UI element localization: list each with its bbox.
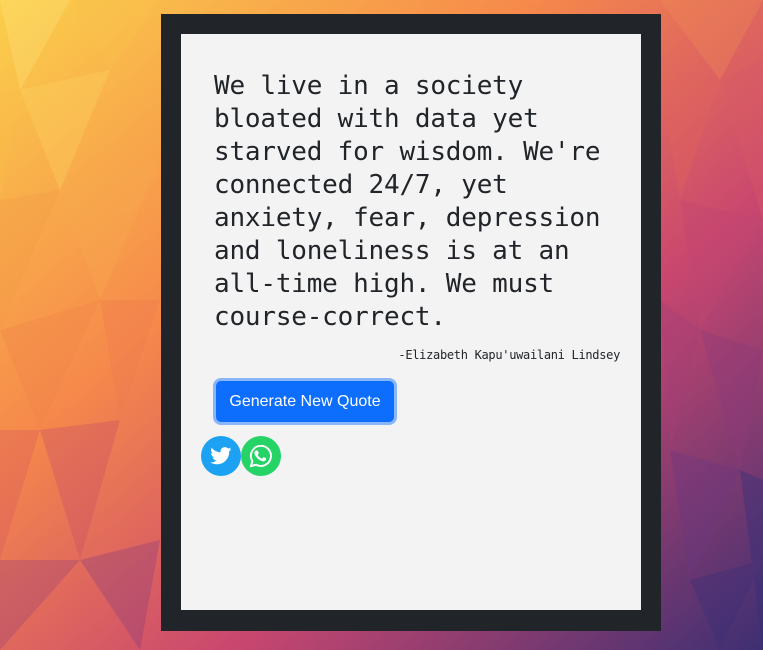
twitter-icon <box>210 447 232 465</box>
quote-author: -Elizabeth Kapu'uwailani Lindsey <box>398 348 620 362</box>
quote-text: We live in a society bloated with data y… <box>214 71 601 332</box>
quote-card: We live in a society bloated with data y… <box>181 34 641 610</box>
generate-new-quote-button[interactable]: Generate New Quote <box>216 381 394 422</box>
quote-box-frame: We live in a society bloated with data y… <box>161 14 661 631</box>
twitter-share-button[interactable] <box>201 436 241 476</box>
whatsapp-icon <box>248 443 274 469</box>
whatsapp-share-button[interactable] <box>241 436 281 476</box>
